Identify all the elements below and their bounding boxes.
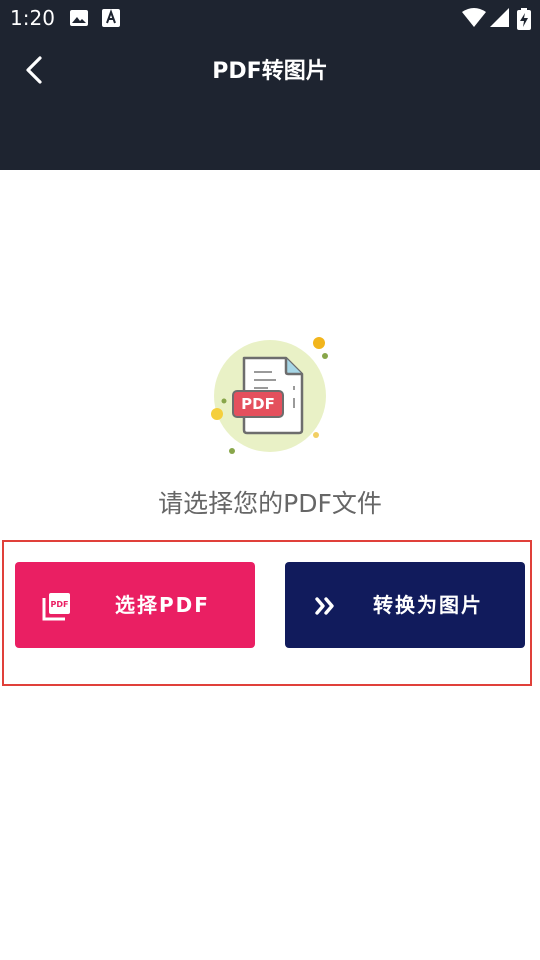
signal-icon xyxy=(490,8,510,32)
page-title: PDF转图片 xyxy=(212,59,328,84)
pdf-file-icon: PDF xyxy=(41,590,73,622)
status-time: 1:20 xyxy=(10,6,55,30)
select-pdf-label: 选择PDF xyxy=(115,593,210,617)
status-bar: 1:20 xyxy=(0,0,540,36)
convert-to-image-button[interactable]: 转换为图片 xyxy=(285,562,525,648)
svg-text:PDF: PDF xyxy=(51,600,69,609)
pdf-illustration: PDF xyxy=(200,328,340,458)
wifi-icon xyxy=(462,8,486,32)
select-pdf-button[interactable]: PDF 选择PDF xyxy=(15,562,255,648)
battery-charging-icon xyxy=(517,8,531,34)
font-a-icon xyxy=(102,8,120,32)
pdf-badge-text: PDF xyxy=(241,395,275,413)
image-icon xyxy=(69,8,89,32)
select-file-prompt: 请选择您的PDF文件 xyxy=(158,489,382,518)
convert-to-image-label: 转换为图片 xyxy=(373,593,483,617)
double-chevron-right-icon xyxy=(311,590,343,622)
